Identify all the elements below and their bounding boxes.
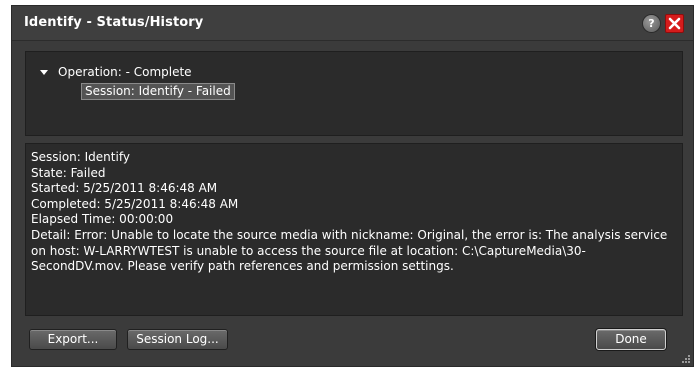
- status-history-dialog: Identify - Status/History ? Operation: -…: [11, 5, 694, 367]
- close-icon[interactable]: [665, 14, 684, 33]
- done-button[interactable]: Done: [596, 329, 666, 350]
- detail-session: Session: Identify: [31, 150, 130, 164]
- detail-started: Started: 5/25/2011 8:46:48 AM: [31, 181, 218, 196]
- session-log-button[interactable]: Session Log...: [127, 329, 228, 350]
- title-bar[interactable]: Identify - Status/History ?: [12, 6, 693, 41]
- tree-item-session-selected[interactable]: Session: Identify - Failed: [81, 83, 235, 100]
- export-button[interactable]: Export...: [29, 329, 117, 350]
- help-icon[interactable]: ?: [643, 15, 660, 32]
- window-title: Identify - Status/History: [24, 15, 204, 30]
- detail-completed: Completed: 5/25/2011 8:46:48 AM: [31, 196, 239, 211]
- detail-error-message: Detail: Error: Unable to locate the sour…: [31, 227, 668, 274]
- tree-item-operation[interactable]: Operation: - Complete: [58, 65, 192, 79]
- detail-state: State: Failed: [31, 165, 106, 180]
- resize-grip-icon[interactable]: [682, 355, 691, 364]
- detail-elapsed-time: Elapsed Time: 00:00:00: [31, 212, 174, 227]
- collapse-triangle-icon[interactable]: [40, 70, 48, 75]
- operation-tree: Operation: - Complete Session: Identify …: [25, 51, 683, 136]
- session-details: Session: Identify State: Failed Started:…: [25, 143, 683, 316]
